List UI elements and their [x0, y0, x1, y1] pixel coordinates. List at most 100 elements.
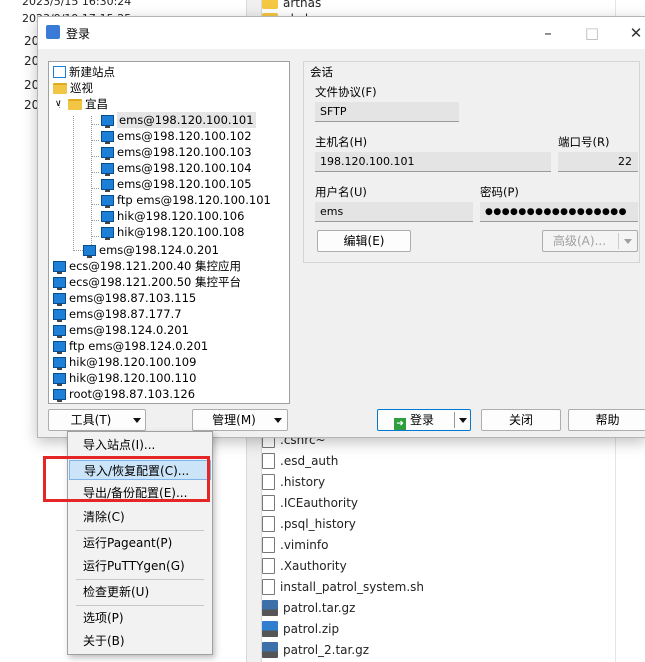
close-icon[interactable]: ✕ — [626, 23, 645, 43]
tree-item-label: ems@198.87.177.7 — [69, 307, 182, 321]
file-row[interactable]: .ICEauthority — [262, 492, 358, 513]
tree-item-label: ems@198.120.100.104 — [117, 161, 252, 175]
tree-site-item[interactable]: ems@198.87.103.115 — [53, 290, 196, 306]
port-field[interactable]: 22 — [558, 152, 638, 172]
menu-item-check-updates[interactable]: 检查更新(U) — [69, 582, 211, 602]
file-name: patrol.zip — [283, 621, 340, 636]
monitor-icon — [83, 244, 96, 258]
protocol-label: 文件协议(F) — [315, 85, 377, 99]
menu-item-run-puttygen[interactable]: 运行PuTTYgen(G) — [69, 556, 211, 576]
advanced-button[interactable]: 高级(A)... — [542, 230, 638, 252]
file-row[interactable]: patrol.zip — [262, 618, 339, 639]
minimize-icon[interactable]: – — [538, 23, 558, 43]
tree-item-label: ecs@198.121.200.50 集控平台 — [69, 275, 241, 289]
file-row[interactable]: patrol_2.tar.gz — [262, 639, 369, 660]
monitor-icon — [53, 276, 66, 290]
manage-dropdown-button[interactable]: 管理(M) — [192, 409, 288, 431]
file-row[interactable]: .psql_history — [262, 513, 356, 534]
tree-site-item[interactable]: hik@198.120.100.106 — [101, 208, 244, 224]
tree-site-item[interactable]: ems@198.87.177.7 — [53, 306, 182, 322]
tree-folder-patrol[interactable]: 巡视 — [53, 80, 93, 96]
tree-site-item[interactable]: ems@198.120.100.101 — [101, 112, 256, 128]
tree-item-label: root@198.87.103.126 — [69, 387, 196, 401]
tools-dropdown-button[interactable]: 工具(T) — [48, 409, 146, 431]
tree-folder-yichang[interactable]: ∨ 宜昌 — [55, 96, 108, 112]
tree-item-label: ems@198.124.0.201 — [99, 243, 219, 257]
tree-site-item[interactable]: hik@198.120.100.109 — [53, 354, 196, 370]
tree-site-item[interactable]: ems@198.124.0.201 — [83, 242, 219, 258]
background-date: 2023/5/15 16:30:24 — [22, 0, 132, 8]
protocol-select[interactable]: SFTP — [315, 102, 459, 122]
login-button[interactable]: ➜ 登录 — [377, 409, 471, 431]
tree-site-item[interactable]: ftp ems@198.120.100.101 — [101, 192, 271, 208]
tree-site-item[interactable]: ems@198.120.100.102 — [101, 128, 252, 144]
file-name: install_patrol_system.sh — [280, 579, 424, 594]
tree-site-item[interactable]: ecs@198.121.200.40 集控应用 — [53, 258, 241, 274]
tree-item-label: 宜昌 — [85, 97, 108, 111]
tree-site-item[interactable]: ems@198.120.100.104 — [101, 160, 252, 176]
advanced-button-label: 高级(A)... — [553, 234, 607, 248]
password-field[interactable]: ●●●●●●●●●●●●●●●●● — [480, 202, 638, 222]
chevron-down-icon — [274, 418, 282, 423]
file-row[interactable]: .history — [262, 471, 325, 492]
tree-site-item[interactable]: hik@198.120.100.110 — [53, 370, 196, 386]
file-name: patrol_2.tar.gz — [283, 642, 370, 657]
close-button[interactable]: 关闭 — [481, 409, 561, 431]
hostname-label: 主机名(H) — [315, 135, 368, 149]
file-row[interactable]: patrol.tar.gz — [262, 597, 355, 618]
chevron-down-icon[interactable] — [459, 418, 467, 423]
monitor-icon — [101, 178, 114, 192]
file-row[interactable]: .viminfo — [262, 534, 328, 555]
file-name: .viminfo — [280, 537, 329, 552]
file-row[interactable]: install_patrol_system.sh — [262, 576, 424, 597]
login-arrow-icon: ➜ — [394, 418, 406, 430]
manage-button-label: 管理(M) — [212, 413, 256, 427]
dialog-titlebar[interactable]: 登录 – □ ✕ — [38, 17, 645, 49]
hostname-field[interactable]: 198.120.100.101 — [315, 152, 551, 172]
archive-gz-icon — [262, 599, 278, 616]
tree-site-item[interactable]: hik@198.120.100.108 — [101, 224, 244, 240]
menu-item-run-pageant[interactable]: 运行Pageant(P) — [69, 533, 211, 553]
expand-chevron-icon[interactable]: ∨ — [55, 96, 65, 112]
tree-site-item[interactable]: ems@198.120.100.103 — [101, 144, 252, 160]
tree-site-item[interactable]: ftp ems@198.124.0.201 — [53, 338, 208, 354]
tree-site-item[interactable]: ecs@198.121.200.50 集控平台 — [53, 274, 241, 290]
tree-item-label: 新建站点 — [69, 65, 115, 79]
help-button[interactable]: 帮助 — [568, 409, 645, 431]
folder-open-icon — [68, 98, 82, 110]
file-icon — [262, 557, 275, 574]
monitor-icon — [53, 340, 66, 354]
tree-item-label: ecs@198.121.200.40 集控应用 — [69, 259, 241, 273]
file-row[interactable]: .esd_auth — [262, 450, 338, 471]
tree-item-label: ems@198.120.100.102 — [117, 129, 252, 143]
new-site-icon — [53, 66, 66, 78]
tree-site-item[interactable]: ems@198.120.100.105 — [101, 176, 252, 192]
tree-site-item[interactable]: ems@198.124.0.201 — [53, 322, 189, 338]
username-field[interactable]: ems — [315, 202, 473, 222]
tree-item-label: ems@198.120.100.105 — [117, 177, 252, 191]
file-name: patrol.tar.gz — [283, 600, 356, 615]
tree-site-item[interactable]: root@198.87.103.126 — [53, 386, 195, 402]
chevron-down-icon — [133, 418, 141, 423]
tree-item-label: hik@198.120.100.110 — [69, 371, 197, 385]
tree-item-label: hik@198.120.100.108 — [117, 225, 245, 239]
file-row[interactable]: .Xauthority — [262, 555, 347, 576]
file-icon — [262, 473, 275, 490]
menu-item-options[interactable]: 选项(P) — [69, 608, 211, 628]
edit-button[interactable]: 编辑(E) — [317, 230, 411, 252]
monitor-icon — [101, 114, 114, 128]
monitor-icon — [53, 308, 66, 322]
file-icon — [262, 452, 275, 469]
maximize-icon[interactable]: □ — [582, 23, 602, 43]
menu-item-import-sites[interactable]: 导入站点(I)... — [69, 435, 211, 455]
tree-item-label: ems@198.120.100.101 — [117, 112, 256, 128]
tree-item-label: ems@198.124.0.201 — [69, 323, 189, 337]
tree-item-label: ems@198.87.103.115 — [69, 291, 197, 305]
menu-item-clear[interactable]: 清除(C) — [69, 507, 211, 527]
monitor-icon — [101, 130, 114, 144]
tree-item-new-site[interactable]: 新建站点 — [53, 64, 115, 80]
tools-button-label: 工具(T) — [70, 413, 112, 427]
menu-item-about[interactable]: 关于(B) — [69, 631, 211, 651]
site-tree[interactable]: 新建站点 巡视 ∨ 宜昌 ems@198.120.100.101 ems@198… — [48, 61, 290, 404]
archive-gz-icon — [262, 641, 278, 658]
